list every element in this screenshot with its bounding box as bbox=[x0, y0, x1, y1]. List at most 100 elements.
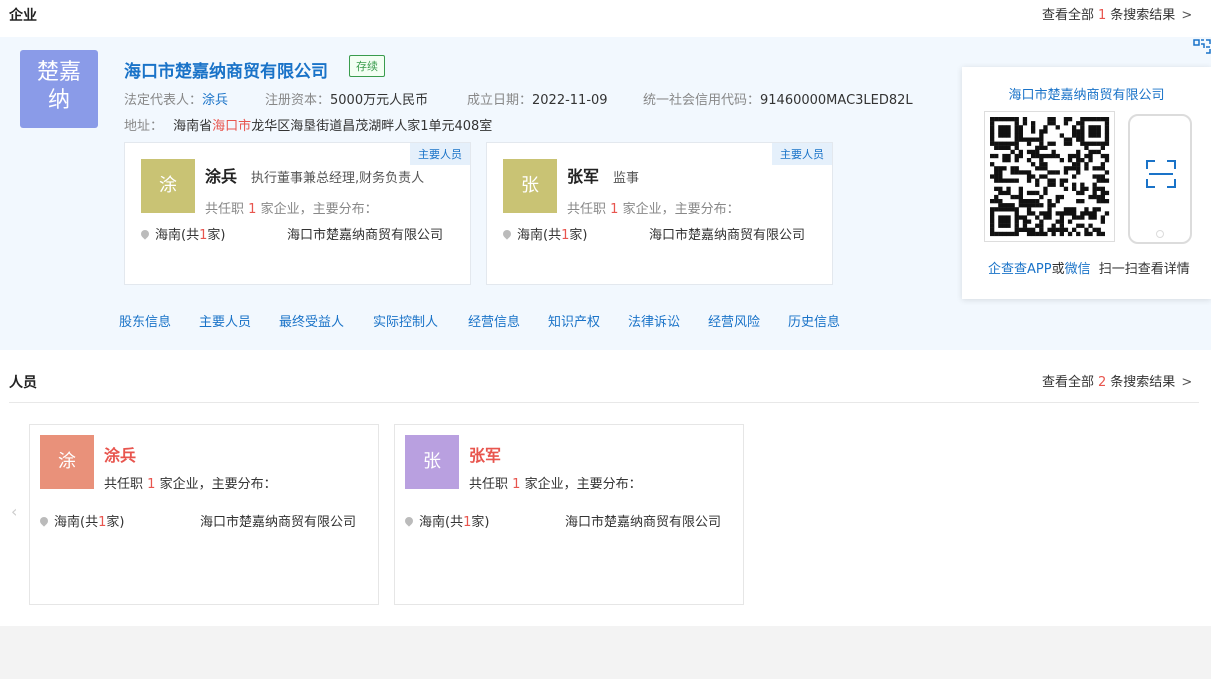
qr-module bbox=[1022, 170, 1028, 175]
location-pin-icon bbox=[139, 228, 151, 240]
qr-module bbox=[1022, 203, 1028, 208]
legal-rep-link[interactable]: 涂兵 bbox=[202, 93, 228, 108]
company-name-link[interactable]: 海口市楚嘉纳商贸有限公司 bbox=[124, 57, 328, 82]
qr-module bbox=[1080, 223, 1085, 228]
qr-module bbox=[1096, 141, 1101, 146]
qr-module bbox=[1014, 219, 1019, 224]
qr-module bbox=[1047, 141, 1052, 146]
people-see-all-link[interactable]: 查看全部 2 条搜索结果 > bbox=[1042, 371, 1192, 390]
qr-module bbox=[1092, 141, 1097, 146]
qr-module bbox=[1010, 203, 1015, 208]
qr-module bbox=[1002, 129, 1007, 134]
qr-module bbox=[1072, 207, 1077, 212]
qr-module bbox=[1006, 178, 1011, 183]
qr-module bbox=[1063, 170, 1069, 175]
qr-toggle-icon[interactable] bbox=[1193, 38, 1211, 57]
qr-module bbox=[1055, 153, 1060, 159]
qr-module bbox=[1018, 186, 1023, 191]
qr-module bbox=[1047, 117, 1052, 122]
nav-risk[interactable]: 经营风险 bbox=[708, 311, 760, 330]
key-person-card[interactable]: 主要人员 涂 涂兵 执行董事兼总经理,财务负责人 共任职 1 家企业，主要分布：… bbox=[124, 142, 471, 285]
qr-module bbox=[1067, 231, 1073, 237]
qr-module bbox=[1055, 219, 1060, 224]
person-name[interactable]: 张军 bbox=[469, 442, 501, 466]
qr-module bbox=[1051, 178, 1056, 183]
qr-module bbox=[1035, 199, 1040, 204]
qr-module bbox=[1088, 231, 1093, 237]
qr-module bbox=[1043, 215, 1048, 220]
qr-module bbox=[1006, 219, 1011, 224]
person-result-card[interactable]: 涂 涂兵 共任职 1 家企业，主要分布： 海南(共1家) 海口市楚嘉纳商贸有限公… bbox=[29, 424, 379, 605]
qr-module bbox=[990, 117, 995, 122]
logo-text: 楚嘉纳 bbox=[36, 60, 81, 113]
qr-module bbox=[1072, 227, 1077, 232]
qr-module bbox=[1026, 203, 1032, 208]
qr-module bbox=[994, 186, 999, 191]
qr-module bbox=[1055, 125, 1060, 130]
qr-module bbox=[1022, 215, 1028, 220]
person-company-link[interactable]: 海口市楚嘉纳商贸有限公司 bbox=[287, 224, 443, 243]
person-name[interactable]: 张军 bbox=[567, 163, 599, 187]
nav-ip[interactable]: 知识产权 bbox=[548, 311, 600, 330]
key-person-tag: 主要人员 bbox=[772, 143, 832, 165]
qr-module bbox=[990, 215, 995, 220]
qr-module bbox=[1076, 121, 1081, 126]
address-field: 地址： 海南省海口市龙华区海垦街道昌茂湖畔人家1单元408室 bbox=[124, 119, 493, 134]
qr-module bbox=[1104, 121, 1110, 126]
qr-module bbox=[1092, 215, 1097, 220]
nav-key-people[interactable]: 主要人员 bbox=[199, 311, 251, 330]
nav-shareholders[interactable]: 股东信息 bbox=[119, 311, 171, 330]
person-jobs: 共任职 1 家企业，主要分布： bbox=[567, 202, 740, 217]
person-company-link[interactable]: 海口市楚嘉纳商贸有限公司 bbox=[649, 224, 805, 243]
qr-module bbox=[1100, 219, 1105, 224]
qr-module bbox=[998, 203, 1003, 208]
qr-module bbox=[994, 207, 999, 212]
qr-module bbox=[1006, 231, 1011, 237]
qr-module bbox=[1047, 121, 1052, 126]
nav-beneficiary[interactable]: 最终受益人 bbox=[279, 311, 344, 330]
qr-company-name[interactable]: 海口市楚嘉纳商贸有限公司 bbox=[962, 84, 1211, 103]
carousel-prev-button[interactable]: ‹ bbox=[11, 502, 17, 521]
qr-module bbox=[1022, 219, 1028, 224]
nav-operations[interactable]: 经营信息 bbox=[468, 311, 520, 330]
company-see-all-link[interactable]: 查看全部 1 条搜索结果 > bbox=[1042, 4, 1192, 23]
qr-module bbox=[998, 174, 1003, 179]
person-name[interactable]: 涂兵 bbox=[205, 163, 237, 187]
wechat-link[interactable]: 微信 bbox=[1065, 262, 1091, 277]
person-result-card[interactable]: 张 张军 共任职 1 家企业，主要分布： 海南(共1家) 海口市楚嘉纳商贸有限公… bbox=[394, 424, 744, 605]
qr-module bbox=[998, 215, 1003, 220]
person-name[interactable]: 涂兵 bbox=[104, 442, 136, 466]
nav-litigation[interactable]: 法律诉讼 bbox=[628, 311, 680, 330]
qr-module bbox=[1022, 199, 1028, 204]
nav-controller[interactable]: 实际控制人 bbox=[373, 311, 438, 330]
qr-module bbox=[1002, 141, 1007, 146]
qr-module bbox=[1035, 231, 1040, 237]
qr-module bbox=[1026, 231, 1032, 237]
qr-module bbox=[1006, 117, 1011, 122]
person-company-link[interactable]: 海口市楚嘉纳商贸有限公司 bbox=[200, 511, 356, 530]
qr-module bbox=[1063, 117, 1069, 122]
qr-module bbox=[1067, 141, 1073, 146]
qr-module bbox=[1072, 125, 1077, 130]
qr-module bbox=[1039, 158, 1044, 163]
qr-module bbox=[1096, 129, 1101, 134]
qr-module bbox=[1067, 219, 1073, 224]
qr-module bbox=[1039, 162, 1044, 167]
person-company-link[interactable]: 海口市楚嘉纳商贸有限公司 bbox=[565, 511, 721, 530]
app-link[interactable]: 企查查APP bbox=[988, 262, 1052, 277]
qr-module bbox=[990, 219, 995, 224]
qr-module bbox=[1055, 199, 1060, 204]
nav-history[interactable]: 历史信息 bbox=[788, 311, 840, 330]
qr-module bbox=[1084, 153, 1089, 159]
key-person-card[interactable]: 主要人员 张 张军 监事 共任职 1 家企业，主要分布： 海南(共1家) 海口市… bbox=[486, 142, 833, 285]
qr-module bbox=[990, 207, 995, 212]
qr-module bbox=[1104, 141, 1110, 146]
qr-module bbox=[998, 186, 1003, 191]
qr-module bbox=[990, 141, 995, 146]
qr-module bbox=[1080, 133, 1085, 138]
qr-module bbox=[990, 133, 995, 138]
qr-module bbox=[1076, 137, 1081, 142]
qr-module bbox=[1067, 158, 1073, 163]
qr-module bbox=[1014, 133, 1019, 138]
qr-module bbox=[1076, 190, 1081, 196]
